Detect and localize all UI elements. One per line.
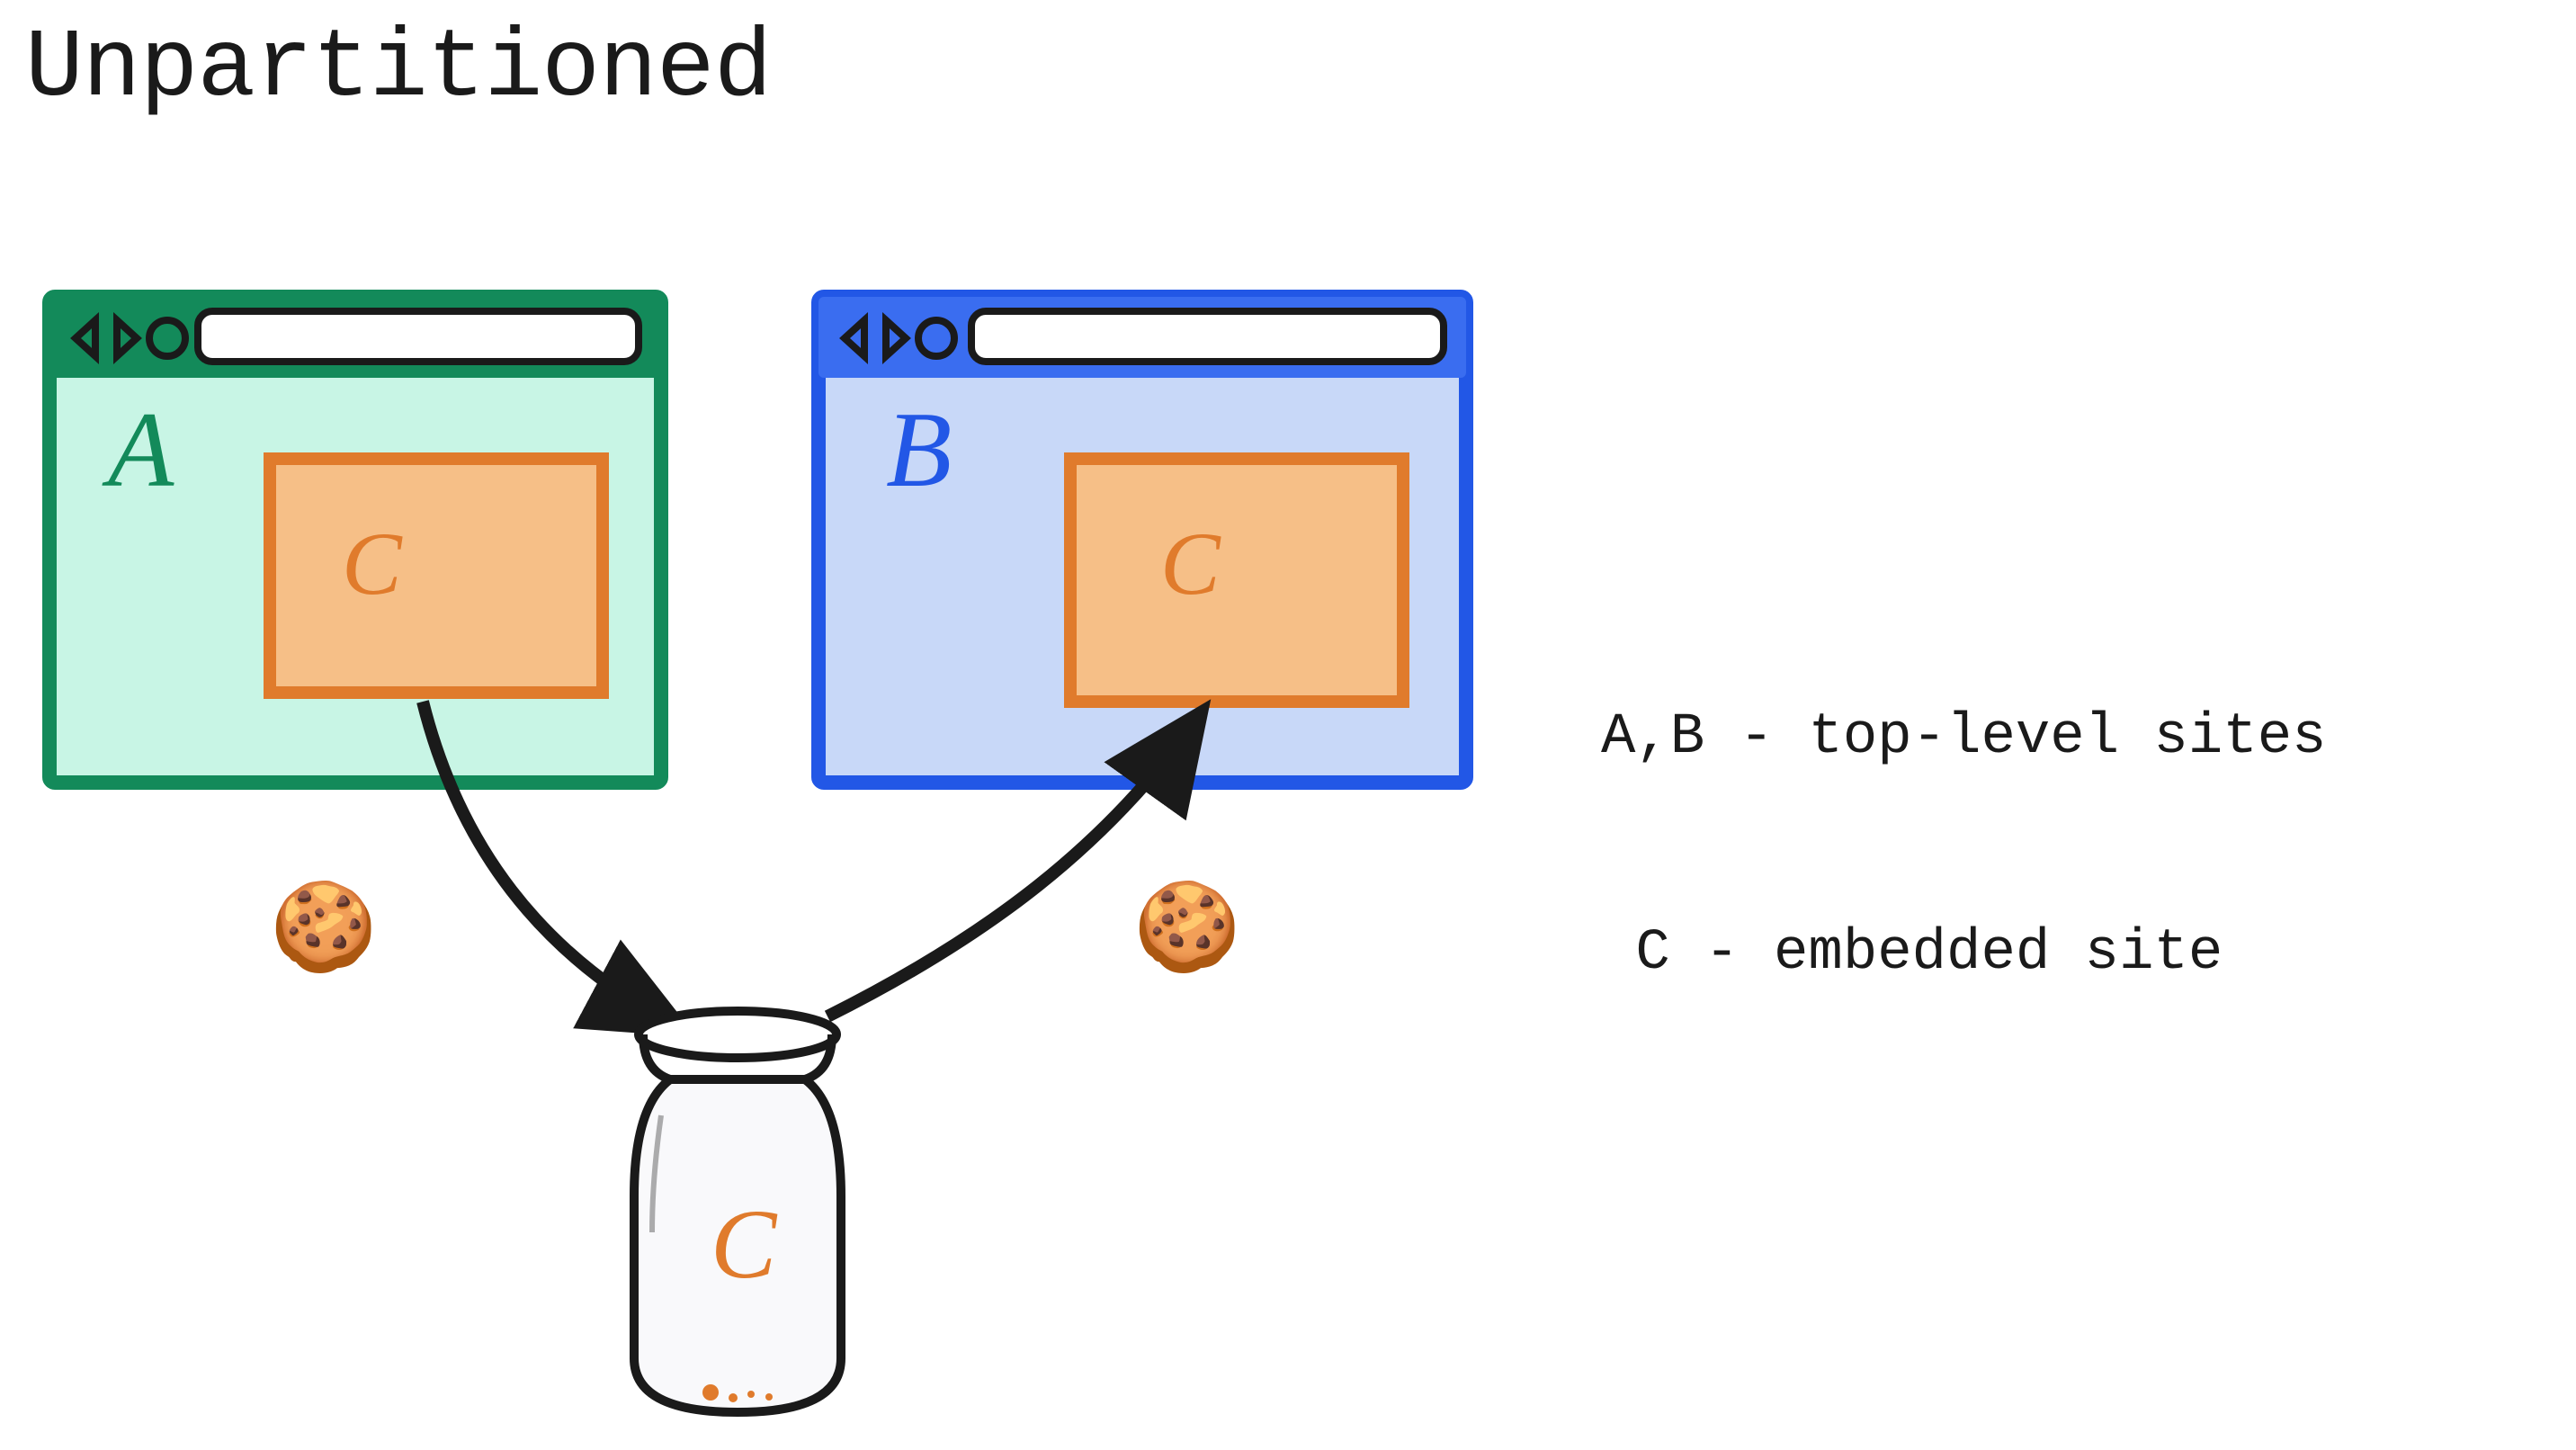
site-a-label: A [102, 389, 174, 509]
embedded-a-label: C [342, 514, 403, 613]
site-b-label: B [886, 389, 952, 509]
embedded-frame-a: C [270, 459, 603, 693]
cookie-jar: C [634, 1011, 841, 1412]
browser-window-b: B C [818, 297, 1466, 783]
browser-window-a: A C [49, 297, 661, 783]
embedded-frame-b: C [1070, 459, 1403, 702]
jar-label: C [711, 1189, 778, 1299]
embedded-b-label: C [1160, 514, 1221, 613]
